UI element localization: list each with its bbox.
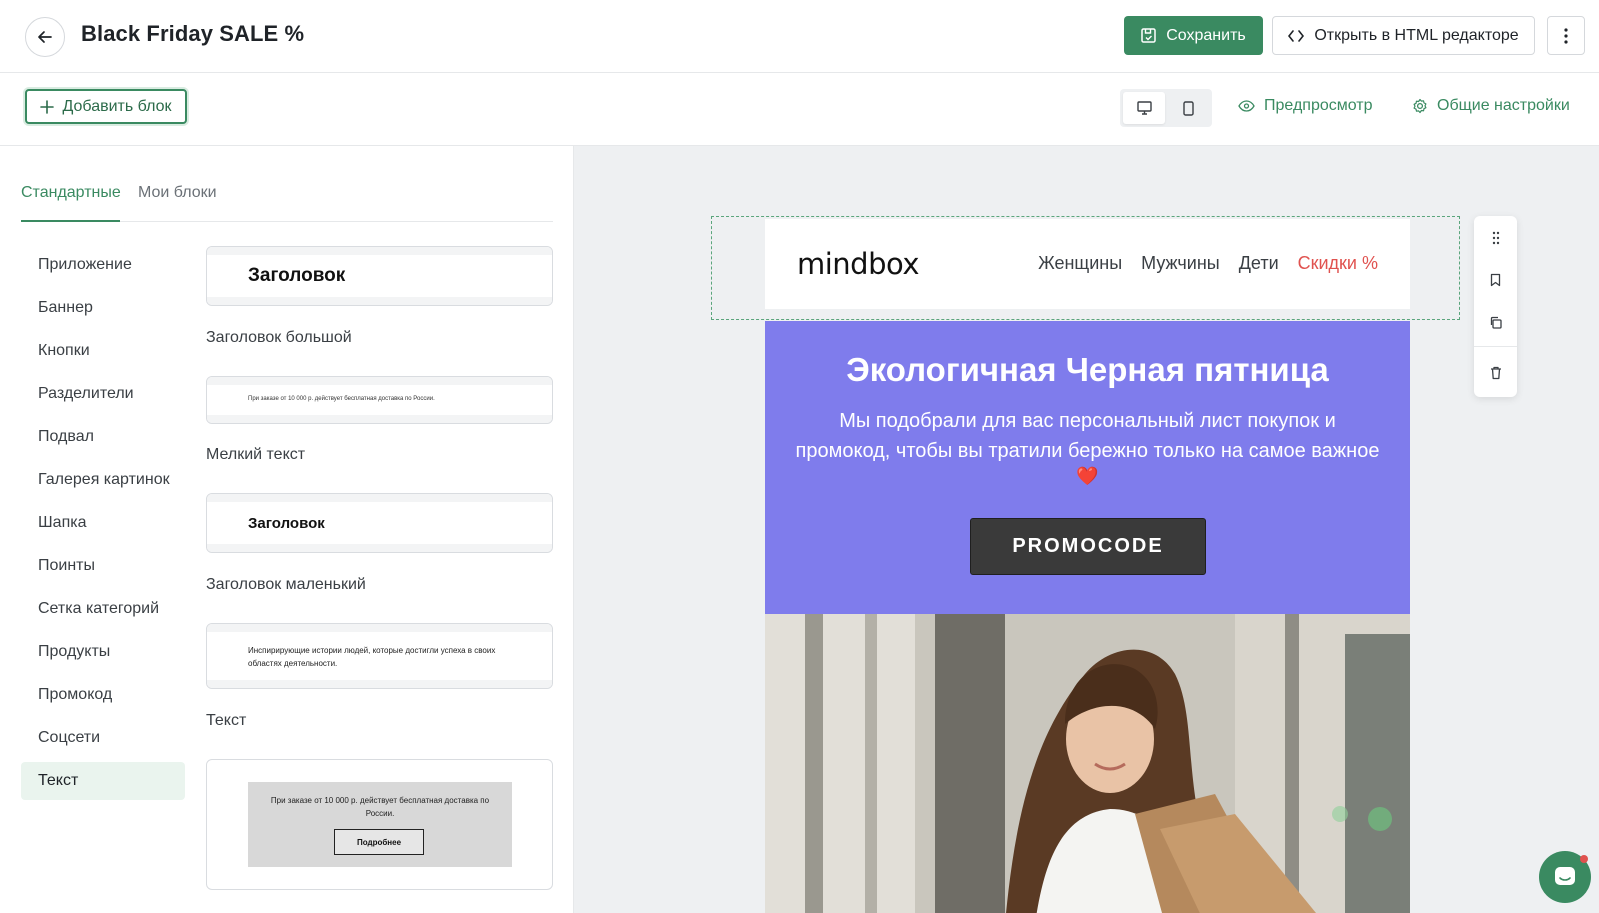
top-bar: Black Friday SALE % Сохранить Открыть в … [0,0,1599,73]
category-item-active[interactable]: Текст [21,762,185,800]
tab-my-blocks[interactable]: Мои блоки [138,184,217,202]
save-button[interactable]: Сохранить [1124,16,1263,55]
block-card-heading-small[interactable]: Заголовок [206,493,553,553]
card-stripe [207,247,552,255]
block-card-heading-large[interactable]: Заголовок [206,246,553,306]
trash-icon [1490,366,1501,380]
eye-icon [1238,100,1255,112]
category-item[interactable]: Подвал [21,418,185,456]
more-menu-button[interactable] [1547,16,1585,55]
add-block-button[interactable]: Добавить блок [25,89,187,124]
active-tab-underline [21,220,120,222]
category-item[interactable]: Кнопки [21,332,185,370]
mobile-icon [1182,100,1194,116]
desktop-icon [1136,101,1152,115]
preview-link[interactable]: Предпросмотр [1238,97,1373,115]
category-item[interactable]: Поинты [21,547,185,585]
card-stripe [207,377,552,385]
card-stripe [207,297,552,305]
block-preview-text: Заголовок [248,265,346,286]
back-button[interactable] [25,17,65,57]
hero-photo[interactable] [765,614,1410,913]
more-vertical-icon [1564,27,1568,44]
category-item[interactable]: Промокод [21,676,185,714]
duplicate-block-button[interactable] [1474,302,1517,342]
save-icon [1141,28,1156,43]
preview-label: Предпросмотр [1264,97,1373,114]
category-item[interactable]: Галерея картинок [21,461,185,499]
category-item[interactable]: Продукты [21,633,185,671]
block-card-text[interactable]: Инспирирующие истории людей, которые дос… [206,623,553,689]
card-stripe [207,624,552,632]
category-list: Приложение Баннер Кнопки Разделители Под… [21,246,185,805]
email-nav: Женщины Мужчины Дети Скидки % [1038,253,1378,274]
open-html-editor-button[interactable]: Открыть в HTML редакторе [1272,16,1535,55]
block-tools [1474,216,1517,397]
promocode-button[interactable]: PROMOCODE [970,518,1206,575]
drag-handle[interactable] [1474,218,1517,258]
block-preview-box: При заказе от 10 000 р. действует беспла… [248,782,512,867]
mobile-view-button[interactable] [1167,92,1209,124]
category-item[interactable]: Шапка [21,504,185,542]
copy-icon [1490,316,1502,329]
drag-icon [1492,231,1499,245]
block-preview-text: Заголовок [248,515,325,532]
tools-divider [1474,346,1517,347]
email-canvas: mindbox Женщины Мужчины Дети Скидки % Эк… [574,146,1599,913]
brand-logo: mindbox [797,247,920,281]
blocks-panel: Стандартные Мои блоки Приложение Баннер … [0,146,574,913]
delete-block-button[interactable] [1474,353,1517,393]
bookmark-icon [1490,273,1501,287]
save-button-label: Сохранить [1166,26,1246,44]
plus-icon [40,99,55,114]
block-card-small-text[interactable]: При заказе от 10 000 р. действует беспла… [206,376,553,424]
card-stripe [207,680,552,688]
category-item[interactable]: Баннер [21,289,185,327]
heart-icon: ❤️ [1076,466,1099,486]
tab-standard[interactable]: Стандартные [21,184,121,202]
block-label: Текст [206,712,247,729]
block-preview-text: Инспирирующие истории людей, которые дос… [248,646,496,668]
woman-shopping-image [765,614,1410,913]
block-label: Заголовок большой [206,329,352,346]
gear-icon [1413,98,1427,114]
nav-item[interactable]: Женщины [1038,253,1122,274]
device-toggle [1120,89,1212,127]
add-block-label: Добавить блок [62,97,172,115]
code-icon [1288,29,1305,42]
block-label: Мелкий текст [206,446,306,463]
category-item[interactable]: Сетка категорий [21,590,185,628]
nav-item[interactable]: Дети [1239,253,1279,274]
blocks-tabs: Стандартные Мои блоки [21,146,553,222]
settings-label: Общие настройки [1437,97,1570,114]
nav-item[interactable]: Мужчины [1141,253,1220,274]
page-title: Black Friday SALE % [81,21,305,46]
editor-toolbar: Добавить блок Предпросмотр Общие настрой… [0,73,1599,146]
general-settings-link[interactable]: Общие настройки [1412,97,1570,115]
block-label: Заголовок маленький [206,576,366,593]
card-stripe [207,544,552,552]
block-preview-button: Подробнее [334,829,424,855]
notification-dot [1580,855,1588,863]
email-header-block[interactable]: mindbox Женщины Мужчины Дети Скидки % [765,219,1410,309]
email-hero-block[interactable]: Экологичная Черная пятница Мы подобрали … [765,321,1410,614]
card-stripe [207,415,552,423]
hero-text: Мы подобрали для вас персональный лист п… [795,410,1380,462]
hero-title: Экологичная Черная пятница [846,351,1329,388]
desktop-view-button[interactable] [1123,92,1165,124]
category-item[interactable]: Разделители [21,375,185,413]
category-item[interactable]: Соцсети [21,719,185,757]
save-block-button[interactable] [1474,260,1517,300]
nav-item-sale[interactable]: Скидки % [1298,253,1378,274]
html-editor-label: Открыть в HTML редакторе [1314,26,1519,44]
block-preview-text: При заказе от 10 000 р. действует беспла… [248,396,435,402]
category-item[interactable]: Приложение [21,246,185,284]
arrow-left-icon [38,31,52,43]
chat-icon [1555,867,1575,885]
block-preview-text: При заказе от 10 000 р. действует беспла… [270,796,490,818]
card-stripe [207,494,552,502]
block-card-text-button[interactable]: При заказе от 10 000 р. действует беспла… [206,759,553,890]
